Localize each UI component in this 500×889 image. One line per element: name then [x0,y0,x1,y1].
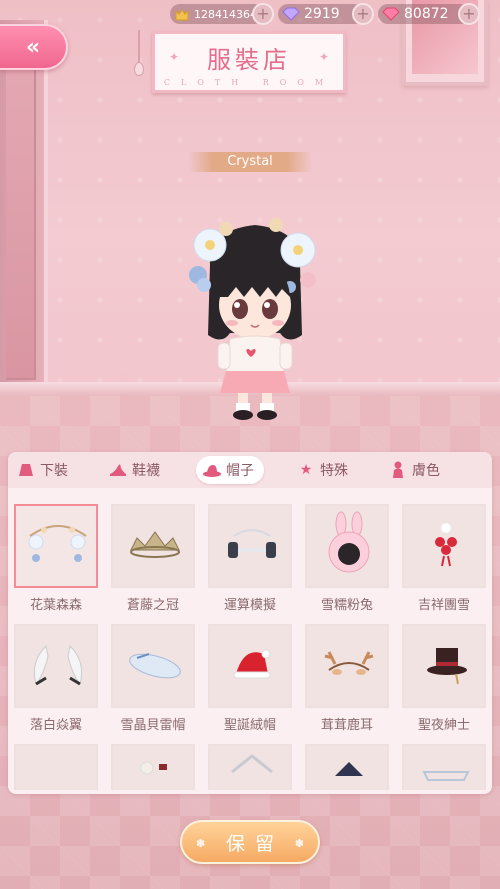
item-name: 雪糯粉兔 [320,598,373,613]
item-card[interactable]: 落白焱翼 [14,624,98,734]
item-card[interactable]: 花葉森森 [14,504,98,614]
skirt-icon [16,460,36,480]
person-icon [388,460,408,480]
item-name: 聖誕絨帽 [223,718,276,733]
shop-title: 服裝店 [207,46,291,74]
item-thumbnail [111,624,195,708]
character-avatar[interactable] [180,205,330,430]
hat-thumbnail-icon [140,761,167,775]
sparkle-icon: ✽ [196,837,206,850]
wardrobe-panel: 下裝 鞋襪 帽子 ★ 特殊 膚色 花葉森森 蒼藤之冠 運算模擬 雪糯粉兔 吉祥團… [8,452,492,794]
item-thumbnail [14,504,98,588]
cat-coin-icon [174,6,190,22]
item-thumbnail [14,624,98,708]
item-thumbnail [111,744,195,790]
tab-label: 特殊 [320,463,348,479]
white-wings-icon [33,644,83,686]
item-card[interactable]: 蒼藤之冠 [111,504,195,614]
headset-icon [228,529,276,558]
item-card[interactable] [305,744,389,790]
tab-special[interactable]: ★ 特殊 [296,456,348,484]
item-card[interactable] [111,744,195,790]
gold-counter: 128414364 + [170,3,274,25]
item-thumbnail [305,744,389,790]
item-name: 雪晶貝雷帽 [120,718,186,733]
tiara-icon [231,754,273,774]
pink-gem-counter: 80872 + [378,3,480,25]
flower-wreath-icon [28,525,87,562]
top-hat-icon [427,648,467,685]
vine-crown-icon [130,531,180,558]
hat-icon [202,460,222,480]
shop-sign: ✦ ✦ 服裝店 CLOTH ROOM [152,31,346,93]
currency-bar: 128414364 + 2919 + 80872 + [170,3,490,25]
tab-skin[interactable]: 膚色 [388,456,440,484]
item-name: 運算模擬 [223,598,276,613]
glass-crown-icon [422,771,470,781]
tab-label: 帽子 [226,463,254,479]
item-thumbnail [305,504,389,588]
item-thumbnail [305,624,389,708]
gem-counter: 2919 + [278,3,374,25]
santa-hat-icon [233,649,271,679]
category-tabs: 下裝 鞋襪 帽子 ★ 特殊 膚色 [8,452,492,488]
tab-hats[interactable]: 帽子 [196,456,264,484]
item-grid: 花葉森森 蒼藤之冠 運算模擬 雪糯粉兔 吉祥團雪 落白焱翼 雪晶貝雷帽 聖誕絨帽… [14,504,486,790]
item-thumbnail [14,744,98,790]
item-name: 聖夜紳士 [417,718,470,733]
item-card[interactable]: 聖誕絨帽 [208,624,292,734]
item-card[interactable]: 雪糯粉兔 [305,504,389,614]
gold-amount: 128414364 [194,7,257,21]
item-name: 落白焱翼 [29,718,82,733]
item-card[interactable] [402,744,486,790]
item-thumbnail [402,624,486,708]
pink-gem-amount: 80872 [404,6,449,22]
item-thumbnail [208,744,292,790]
item-name: 蒼藤之冠 [126,598,179,613]
shop-subtitle: CLOTH ROOM [163,78,335,87]
item-name: 花葉森森 [29,598,82,613]
double-chevron-left-icon: « [25,34,41,60]
item-name: 吉祥團雪 [417,598,470,613]
pink-diamond-icon [382,6,400,22]
tab-bottoms[interactable]: 下裝 [16,456,68,484]
sparkle-icon: ✽ [294,837,304,850]
purple-diamond-icon [282,6,300,22]
high-heel-icon [108,460,128,480]
tab-label: 鞋襪 [132,463,160,479]
hanging-crystal [134,30,144,76]
add-gold-button[interactable]: + [252,3,274,25]
tab-label: 下裝 [40,463,68,479]
beret-icon [129,653,181,679]
antlers-icon [324,651,374,675]
item-card[interactable]: 聖夜紳士 [402,624,486,734]
tab-label: 膚色 [412,463,440,479]
dark-hat-icon [335,762,363,776]
back-button[interactable]: « [0,24,68,70]
item-thumbnail [208,504,292,588]
item-thumbnail [402,744,486,790]
item-card[interactable]: 雪晶貝雷帽 [111,624,195,734]
gem-amount: 2919 [304,6,340,22]
item-card[interactable]: 運算模擬 [208,504,292,614]
add-pink-gem-button[interactable]: + [458,3,480,25]
item-thumbnail [111,504,195,588]
keep-button-label: 保留 [225,832,284,855]
bunny-hood-icon [328,511,370,573]
red-knot-ornament-icon [435,522,457,567]
tab-shoes[interactable]: 鞋襪 [108,456,160,484]
item-name: 茸茸鹿耳 [320,718,373,733]
wall-panel [0,20,48,390]
character-name: Crystal [188,152,312,172]
item-card[interactable]: 茸茸鹿耳 [305,624,389,734]
item-card[interactable]: 吉祥團雪 [402,504,486,614]
item-card[interactable] [14,744,98,790]
item-card[interactable] [208,744,292,790]
star-icon: ★ [299,462,313,478]
item-thumbnail [402,504,486,588]
keep-button[interactable]: ✽ 保留 ✽ [180,820,320,864]
add-gem-button[interactable]: + [352,3,374,25]
item-thumbnail [208,624,292,708]
